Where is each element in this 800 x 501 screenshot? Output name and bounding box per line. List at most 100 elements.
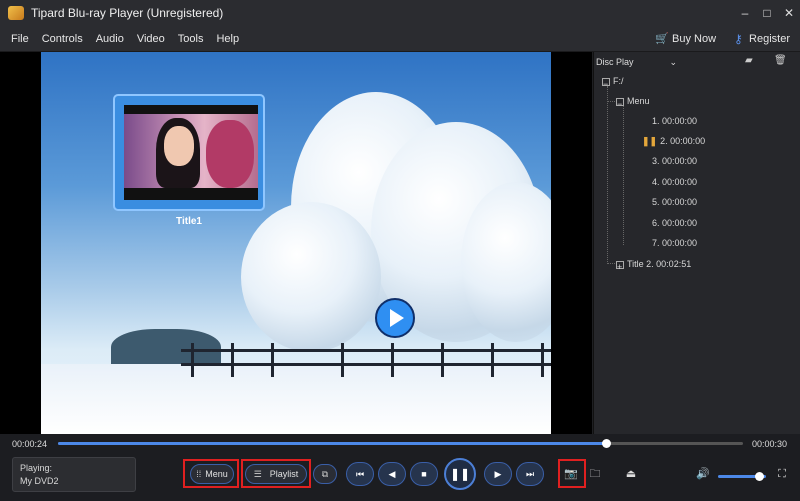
menu-controls[interactable]: Controls	[42, 33, 83, 45]
fence-post	[191, 343, 194, 377]
stop-button[interactable]: ■	[410, 462, 438, 486]
window-title: Tipard Blu-ray Player (Unregistered)	[31, 6, 224, 20]
chapter-item[interactable]: 7. 00:00:00	[652, 238, 697, 248]
expand-icon[interactable]: +	[616, 260, 624, 272]
camera-icon[interactable]: 📷	[564, 467, 578, 481]
chapter-item[interactable]: 3. 00:00:00	[652, 156, 697, 166]
collapse-icon[interactable]: −	[616, 97, 624, 109]
fence-rail	[181, 349, 551, 352]
chapter-label: 4. 00:00:00	[652, 177, 698, 187]
tree-title2-label: Title 2. 00:02:51	[627, 259, 692, 269]
chapter-label: 1. 00:00:00	[652, 116, 698, 126]
list-icon: ☰	[253, 468, 262, 479]
fullscreen-icon[interactable]: ⛶	[775, 467, 789, 481]
total-duration: 00:00:30	[751, 439, 787, 449]
menu-help[interactable]: Help	[216, 33, 239, 45]
maximize-button[interactable]: □	[756, 0, 778, 26]
volume-icon[interactable]: 🔊	[696, 467, 710, 481]
seek-handle[interactable]	[602, 439, 611, 448]
folder-open-icon[interactable]: ▰	[745, 55, 756, 66]
chapter-item[interactable]: 5. 00:00:00	[652, 197, 697, 207]
previous-chapter-button[interactable]: ⏮	[346, 462, 374, 486]
chapter-label: 7. 00:00:00	[652, 238, 698, 248]
buy-now-link[interactable]: Buy Now	[672, 33, 716, 45]
stop-icon: ■	[421, 469, 427, 479]
register-link[interactable]: Register	[749, 33, 790, 45]
fence-post	[231, 343, 234, 377]
tree-root[interactable]: − F:/	[602, 76, 624, 89]
rewind-button[interactable]: ◀	[378, 462, 406, 486]
trash-icon[interactable]: 🗑	[774, 55, 787, 66]
tree-line	[623, 106, 624, 245]
chapter-item[interactable]: 1. 00:00:00	[652, 116, 697, 126]
menu-button-label: Menu	[205, 469, 228, 479]
external-open-button[interactable]: ⧉	[313, 464, 337, 484]
close-button[interactable]: ✕	[778, 0, 800, 26]
tree-line	[607, 101, 615, 102]
volume-handle[interactable]	[754, 472, 764, 481]
fast-forward-icon: ▶	[494, 468, 502, 479]
title-card-label[interactable]: Title1	[113, 216, 265, 227]
minimize-button[interactable]: –	[734, 0, 756, 26]
menu-file[interactable]: File	[11, 33, 29, 45]
cart-icon: 🛒	[655, 32, 669, 45]
fast-forward-button[interactable]: ▶	[484, 462, 512, 486]
thumbnail-image	[124, 114, 258, 188]
fence-post	[541, 343, 544, 377]
menu-button[interactable]: ⁞⁞ Menu	[190, 464, 234, 484]
title-bar: Tipard Blu-ray Player (Unregistered) – □…	[0, 0, 800, 26]
seek-bar[interactable]	[58, 439, 743, 448]
fence-post	[341, 343, 344, 377]
menu-bar: File Controls Audio Video Tools Help 🛒 B…	[0, 26, 800, 52]
title-thumbnail-card[interactable]	[113, 94, 265, 211]
pause-button[interactable]: ❚❚	[444, 458, 476, 490]
chapter-item[interactable]: 4. 00:00:00	[652, 177, 697, 187]
collapse-icon[interactable]: −	[602, 77, 610, 89]
disc-sidebar: Disc Play ⌄ ▰ 🗑 − F:/ − Menu 1. 00:00:00 ❚…	[593, 52, 800, 434]
menu-right-actions: 🛒 Buy Now ⚷ Register	[655, 26, 790, 51]
tree-title2[interactable]: + Title 2. 00:02:51	[616, 259, 692, 272]
fence-rail	[181, 363, 551, 366]
sidebar-actions: ▰ 🗑	[745, 55, 787, 66]
tree-line	[607, 86, 608, 264]
next-chapter-button[interactable]: ⏭	[516, 462, 544, 486]
center-play-button[interactable]	[375, 298, 415, 338]
playing-label: Playing:	[20, 463, 53, 473]
tree-line	[607, 263, 615, 264]
playlist-button-label: Playlist	[269, 469, 299, 479]
skip-forward-icon: ⏭	[525, 468, 535, 479]
chapter-label: 5. 00:00:00	[652, 197, 698, 207]
menu-audio[interactable]: Audio	[96, 33, 124, 45]
chevron-down-icon[interactable]: ⌄	[670, 57, 678, 68]
fence-post	[441, 343, 444, 377]
thumbnail-face	[164, 126, 194, 166]
chapter-label: 2. 00:00:00	[660, 136, 706, 146]
volume-slider[interactable]	[718, 472, 766, 481]
menu-video[interactable]: Video	[137, 33, 165, 45]
tree-menu[interactable]: − Menu	[616, 96, 650, 109]
elapsed-time: 00:00:24	[12, 439, 48, 449]
skip-back-icon: ⏮	[355, 468, 365, 479]
disc-source-select[interactable]: Disc Play	[596, 57, 634, 67]
key-icon: ⚷	[734, 31, 743, 46]
fence-post	[491, 343, 494, 377]
chapter-item[interactable]: ❚❚ 2. 00:00:00	[642, 136, 705, 147]
chapter-item[interactable]: 6. 00:00:00	[652, 218, 697, 228]
fence-post	[391, 343, 394, 377]
tree-root-label: F:/	[613, 76, 624, 86]
play-icon	[390, 309, 404, 327]
video-area[interactable]: Title1	[0, 52, 592, 434]
menu-tools[interactable]: Tools	[178, 33, 204, 45]
seek-bar-progress	[58, 442, 606, 445]
eject-icon[interactable]: ⏏	[624, 467, 638, 481]
chapter-label: 6. 00:00:00	[652, 218, 698, 228]
control-bar: 00:00:24 00:00:30 Playing: My DVD2 ⁞⁞ Men…	[0, 434, 800, 501]
fence	[181, 337, 551, 377]
now-playing-box: Playing: My DVD2	[12, 457, 136, 492]
chapter-label: 3. 00:00:00	[652, 156, 698, 166]
pause-icon: ❚❚	[449, 467, 471, 481]
folder-icon[interactable]: 🗀	[588, 467, 602, 481]
playlist-button[interactable]: ☰ Playlist	[245, 464, 307, 484]
rewind-icon: ◀	[388, 468, 396, 479]
grid-icon: ⁞⁞	[196, 469, 202, 479]
